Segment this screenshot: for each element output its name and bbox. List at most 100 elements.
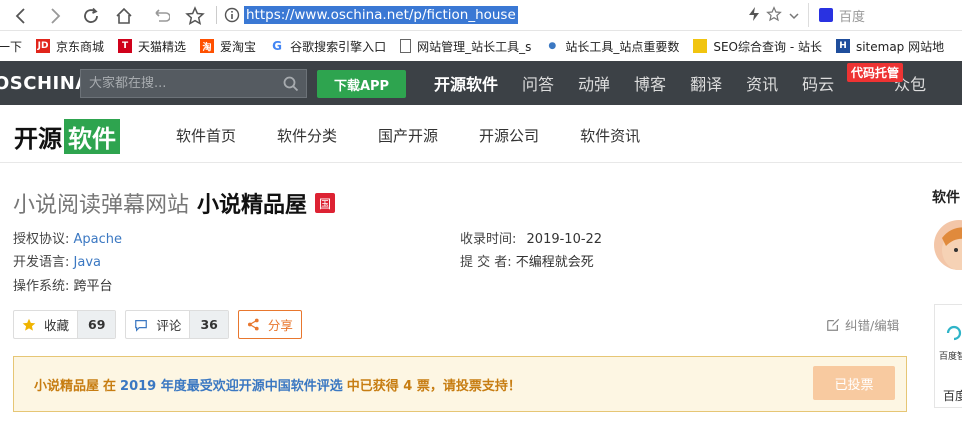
bookmark-item[interactable]: T 天猫精选 [118,38,186,55]
bookmark-item[interactable]: ● 站长工具_站点重要数 [545,38,679,55]
edit-link[interactable]: 纠错/编辑 [826,315,899,334]
vote-project-name: 小说精品屋 [34,378,100,394]
submitter-value[interactable]: 不编程就会死 [516,255,594,270]
url-text[interactable]: https://www.oschina.net/p/fiction_house [244,6,518,24]
vote-banner: 小说精品屋 在 2019 年度最受欢迎开源中国软件评选 中已获得 4 票，请投票… [13,356,907,412]
nav-item[interactable]: 资讯 [746,71,778,95]
bookmark-label: SEO综合查询 - 站长 [713,39,822,54]
bookmark-item[interactable]: 一下 [0,38,22,55]
sidebar-card-bottom: 百度 [943,389,962,403]
download-app-button[interactable]: 下载APP [317,70,406,98]
star-filled-icon [22,318,36,331]
os-row: 操作系统: 跨平台 [13,275,113,294]
paw-icon: ● [545,39,560,53]
favorite-button[interactable]: 收藏 69 [13,310,117,339]
bookmark-item[interactable]: Hsitemap 网站地 [835,38,945,55]
language-link[interactable]: Java [74,255,101,270]
comment-count: 36 [189,311,228,338]
site-logo[interactable]: OSCHINA [0,73,90,94]
os-label: 操作系统: [13,279,70,294]
bookmark-item[interactable]: 网站管理_站长工具_s [400,38,531,55]
browser-toolbar: https://www.oschina.net/p/fiction_house … [0,0,962,31]
time-row: 收录时间: 2019-10-22 [460,228,602,247]
lightning-icon[interactable] [748,6,760,26]
bookmark-item[interactable]: JD 京东商城 [36,38,104,55]
bookmark-label: 爱淘宝 [220,39,257,54]
bookmark-item[interactable]: G 谷歌搜索引擎入口 [270,38,386,55]
os-value: 跨平台 [73,279,113,294]
software-brand[interactable]: 开源 软件 [14,119,120,154]
license-row: 授权协议: Apache [13,228,122,247]
reload-icon[interactable] [80,5,102,27]
vote-event-link[interactable]: 2019 年度最受欢迎开源中国软件评选 [120,375,343,394]
back-icon[interactable] [10,5,32,27]
page-title: 小说阅读弹幕网站 小说精品屋 国 [13,187,336,219]
submitter-label: 提 交 者: [460,255,512,270]
project-name: 小说精品屋 [197,193,308,218]
sidebar-title: 软件 [932,190,960,206]
nav-item[interactable]: 翻译 [690,71,722,95]
nav-item[interactable]: 码云 [802,71,834,95]
site-header: OSCHINA 下载APP 开源软件问答动弹博客翻译资讯码云众包 代码托管 [0,61,962,105]
comment-label: 评论 [156,318,182,333]
avatar[interactable] [934,220,962,270]
bookmark-label: 网站管理_站长工具_s [417,39,532,54]
sidebar-card[interactable]: 百度智 百度 [934,304,962,408]
address-bar[interactable]: https://www.oschina.net/p/fiction_house [218,4,748,26]
vote-post: 中已获得 4 票，请投票支持！ [346,378,521,394]
star-icon[interactable] [184,5,206,27]
baidu-ai-icon [946,325,962,341]
bookmark-label: 天猫精选 [138,39,187,54]
jd-icon: JD [36,39,51,53]
domestic-badge: 国 [315,193,336,213]
comment-button[interactable]: 评论 36 [125,310,229,339]
nav-item[interactable]: 开源软件 [434,71,498,95]
subnav-link[interactable]: 软件首页 [176,125,236,146]
bookmark-label: 谷歌搜索引擎入口 [290,39,387,54]
info-icon[interactable] [224,7,240,27]
bookmark-label: sitemap 网站地 [855,39,945,54]
url-separator [216,6,217,24]
subnav-link[interactable]: 软件资讯 [580,125,640,146]
search-engine-label: 百度 [839,9,866,25]
nav-item[interactable]: 动弹 [578,71,610,95]
brand-text: 开源 [14,125,62,153]
comment-label-wrap: 评论 [126,311,189,338]
search-input[interactable] [89,76,274,91]
bookmarks-bar: 一下 JD 京东商城 T 天猫精选淘爱淘宝 G 谷歌搜索引擎入口 网站管理_站长工具_s ● 站长… [0,31,962,61]
bookmark-item[interactable]: SEO综合查询 - 站长 [693,38,822,55]
software-subnav: 开源 软件 软件首页 软件分类 国产开源 开源公司 软件资讯 [0,105,962,163]
bookmark-item[interactable]: 淘爱淘宝 [200,38,256,55]
code-hosting-tag[interactable]: 代码托管 [847,63,904,82]
bookmark-label: 站长工具_站点重要数 [565,39,680,54]
action-buttons: 收藏 69 评论 36 分享 [13,310,311,339]
favorite-label-wrap: 收藏 [14,311,77,338]
sidebar-card-label: 百度智 [939,352,962,362]
subnav-link[interactable]: 国产开源 [378,125,438,146]
favorite-label: 收藏 [44,318,70,333]
license-label: 授权协议: [13,232,70,247]
bookmark-label: 一下 [0,39,23,54]
time-label: 收录时间: [460,232,517,247]
nav-item[interactable]: 问答 [522,71,554,95]
edit-label: 纠错/编辑 [845,318,900,333]
share-button[interactable]: 分享 [237,310,302,339]
site-search[interactable] [80,69,307,98]
browser-search-box[interactable]: 百度 [808,3,962,27]
forward-icon[interactable] [44,5,66,27]
chevron-down-icon[interactable] [788,7,800,26]
tmall-icon: T [118,39,133,53]
baidu-paw-icon [819,8,833,22]
undo-icon[interactable] [150,5,172,27]
license-link[interactable]: Apache [74,232,123,247]
subnav-link[interactable]: 软件分类 [277,125,337,146]
nav-item[interactable]: 博客 [634,71,666,95]
search-icon[interactable] [282,75,300,93]
brand-badge: 软件 [64,119,120,154]
home-icon[interactable] [113,5,135,27]
subnav-link[interactable]: 开源公司 [479,125,539,146]
project-description: 小说阅读弹幕网站 [13,193,190,218]
google-icon: G [270,39,285,53]
voted-button[interactable]: 已投票 [813,366,895,400]
bookmark-star-icon[interactable] [766,6,782,26]
